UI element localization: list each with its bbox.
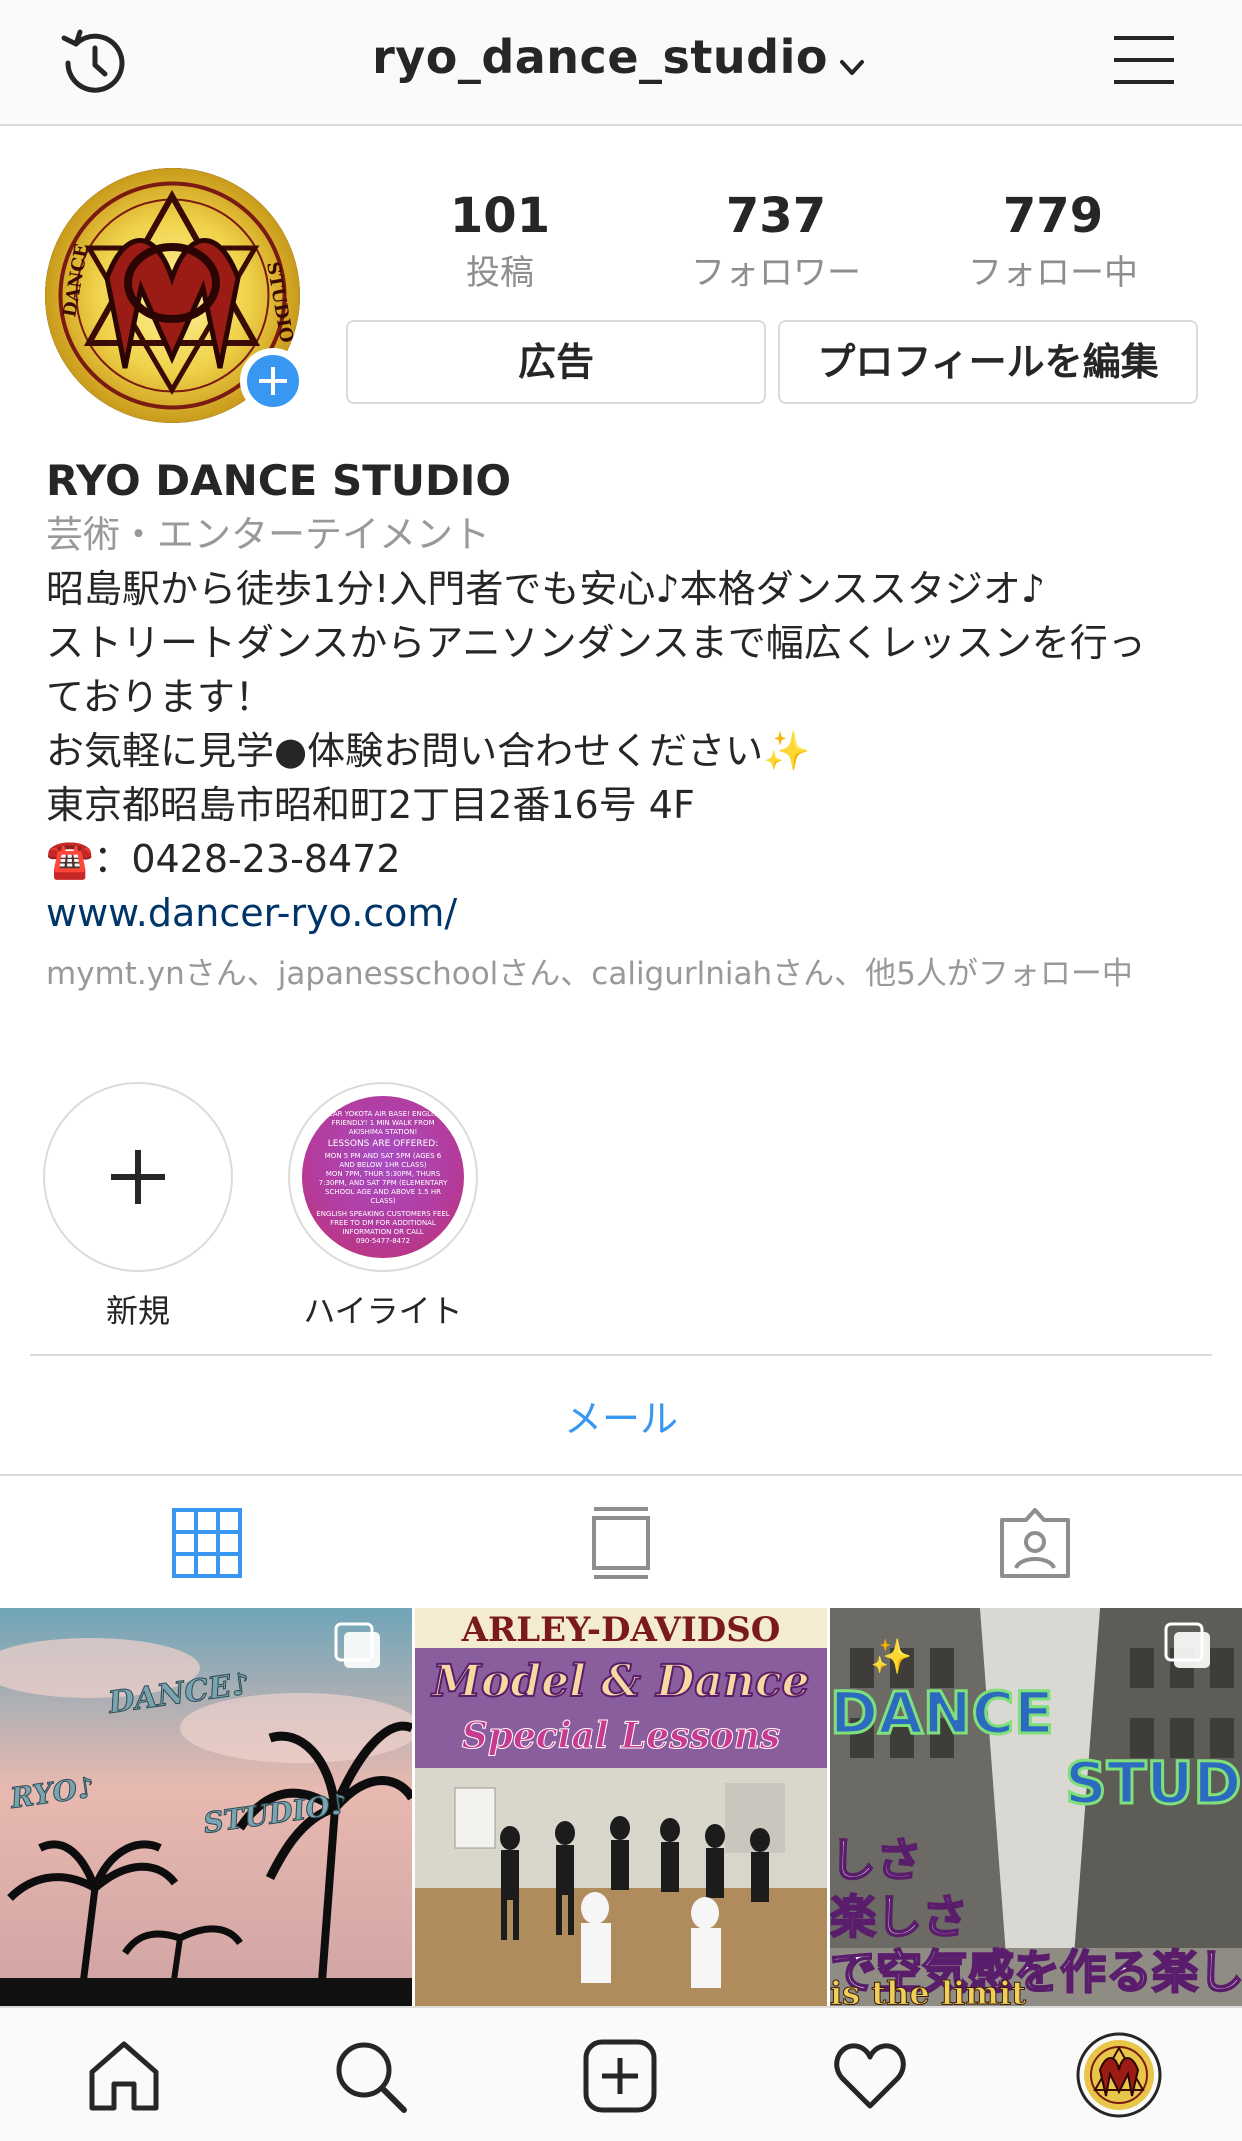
profile-display-name: RYO DANCE STUDIO — [46, 456, 512, 505]
post-thumbnail[interactable]: DANCE♪ RYO♪ STUDIO♪ — [0, 1608, 412, 2008]
post-overlay-text: Model & Dance — [430, 1656, 809, 1707]
highlight-image-text: LESSONS ARE OFFERED: — [327, 1139, 439, 1149]
profile-tabs — [0, 1474, 1242, 1608]
highlight-item[interactable]: NEAR YOKOTA AIR BASE! ENGLISH FRIENDLY! … — [288, 1082, 478, 1332]
bottom-navigation — [0, 2006, 1242, 2141]
highlight-new[interactable]: 新規 — [43, 1082, 233, 1332]
highlight-image-text: MON 5 PM AND SAT 5PM (AGES 6 — [324, 1152, 442, 1160]
website-link[interactable]: www.dancer-ryo.com/ — [46, 886, 1196, 940]
profile-bio: RYO DANCE STUDIO 芸術・エンターテイメント 昭島駅から徒歩1分!… — [46, 454, 1196, 994]
bio-line: 東京都昭島市昭和町2丁目2番16号 4F — [46, 783, 695, 827]
followers-count[interactable]: 737 フォロワー — [656, 190, 896, 294]
profile-username-switcher[interactable]: ryo_dance_studio — [0, 30, 1242, 84]
chevron-down-icon — [834, 43, 870, 79]
bio-line: ております！ — [46, 675, 273, 719]
post-thumbnail[interactable]: DANCE STUD しさ 楽しさ で空気感を作る楽し is the limit… — [830, 1608, 1242, 2008]
following-count-label: フォロー中 — [968, 252, 1138, 293]
followed-by-text[interactable]: mymt.ynさん、japanesschoolさん、caligurlniahさん… — [46, 954, 1196, 994]
edit-profile-button[interactable]: プロフィールを編集 — [778, 320, 1198, 404]
highlight-image-text: MON 7PM, THUR 5:30PM, THURS — [325, 1170, 441, 1178]
post-overlay-text: DANCE — [830, 1679, 1054, 1747]
post-overlay-text: is the limit — [830, 1974, 1026, 2008]
highlight-image-text: CLASS) — [370, 1197, 396, 1205]
profile-stats: 101 投稿 737 フォロワー 779 フォロー中 — [380, 190, 1170, 300]
following-count[interactable]: 779 フォロー中 — [933, 190, 1173, 294]
username: ryo_dance_studio — [372, 30, 828, 84]
search-icon[interactable] — [332, 2038, 408, 2114]
highlight-image-text: AKISHIMA STATION! — [348, 1128, 418, 1136]
posts-grid: DANCE♪ RYO♪ STUDIO♪ ARLEY-DAVIDSO Model … — [0, 1608, 1242, 2008]
bio-line: 昭島駅から徒歩1分!入門者でも安心♪本格ダンススタジオ♪ — [46, 567, 1046, 611]
posts-count[interactable]: 101 投稿 — [380, 190, 620, 294]
add-story-icon[interactable] — [240, 348, 306, 414]
post-overlay-text: しさ — [830, 1833, 922, 1887]
post-overlay-text: 楽しさ — [830, 1890, 968, 1944]
highlight-image-text: FREE TO DM FOR ADDITIONAL — [330, 1219, 436, 1227]
promotions-button[interactable]: 広告 — [346, 320, 766, 404]
highlight-image-text: INFORMATION OR CALL — [342, 1228, 424, 1236]
new-highlight-circle — [43, 1082, 233, 1272]
profile-tab-avatar[interactable] — [1076, 2032, 1162, 2118]
posts-count-value: 101 — [449, 188, 551, 244]
highlight-image-text: 090-5477-8472 — [355, 1237, 411, 1245]
bio-line: ストリートダンスからアニソンダンスまで幅広くレッスンを行っ — [46, 621, 1146, 665]
highlight-image-text: SCHOOL AGE AND ABOVE 1.5 HR — [325, 1188, 441, 1196]
bio-phone-line[interactable]: ☎️：0428-23-8472 — [46, 832, 1196, 886]
new-post-icon[interactable] — [582, 2038, 658, 2114]
home-icon[interactable] — [86, 2038, 162, 2114]
posts-count-label: 投稿 — [466, 252, 534, 293]
divider — [30, 1354, 1212, 1356]
highlight-image-text: NEAR YOKOTA AIR BASE! ENGLISH — [323, 1110, 443, 1118]
activity-heart-icon[interactable] — [832, 2038, 908, 2114]
post-thumbnail[interactable]: ARLEY-DAVIDSO Model & Dance Special Less… — [415, 1608, 827, 2008]
highlight-cover-image: NEAR YOKOTA AIR BASE! ENGLISH FRIENDLY! … — [302, 1096, 464, 1258]
highlight-cover: NEAR YOKOTA AIR BASE! ENGLISH FRIENDLY! … — [288, 1082, 478, 1272]
followers-count-label: フォロワー — [691, 252, 861, 293]
post-overlay-text: STUD — [1065, 1749, 1242, 1817]
top-bar: ryo_dance_studio — [0, 0, 1242, 126]
highlight-image-text: 7:30PM, AND SAT 7PM (ELEMENTARY — [318, 1179, 448, 1187]
profile-category: 芸術・エンターテイメント — [46, 513, 490, 556]
email-contact-button[interactable]: メール — [0, 1388, 1242, 1443]
highlight-label: ハイライト — [303, 1292, 463, 1330]
highlight-label: 新規 — [105, 1292, 170, 1330]
hamburger-menu-icon[interactable] — [1112, 30, 1176, 90]
feed-view-icon[interactable] — [584, 1506, 658, 1580]
highlight-image-text: ENGLISH SPEAKING CUSTOMERS FEEL — [316, 1210, 450, 1218]
tagged-photos-icon[interactable] — [998, 1506, 1072, 1580]
followers-count-value: 737 — [725, 188, 827, 244]
plus-icon — [111, 1150, 165, 1204]
highlight-image-text: AND BELOW 1HR CLASS) — [339, 1161, 427, 1169]
following-count-value: 779 — [1002, 188, 1104, 244]
grid-view-icon[interactable] — [170, 1506, 244, 1580]
post-overlay-text: ARLEY-DAVIDSO — [461, 1610, 781, 1650]
highlight-image-text: FRIENDLY! 1 MIN WALK FROM — [331, 1119, 435, 1127]
sparkles-icon: ✨ — [870, 1637, 912, 1677]
bio-line: お気軽に見学●体験お問い合わせください✨ — [46, 729, 811, 773]
post-overlay-text: Special Lessons — [462, 1715, 780, 1757]
